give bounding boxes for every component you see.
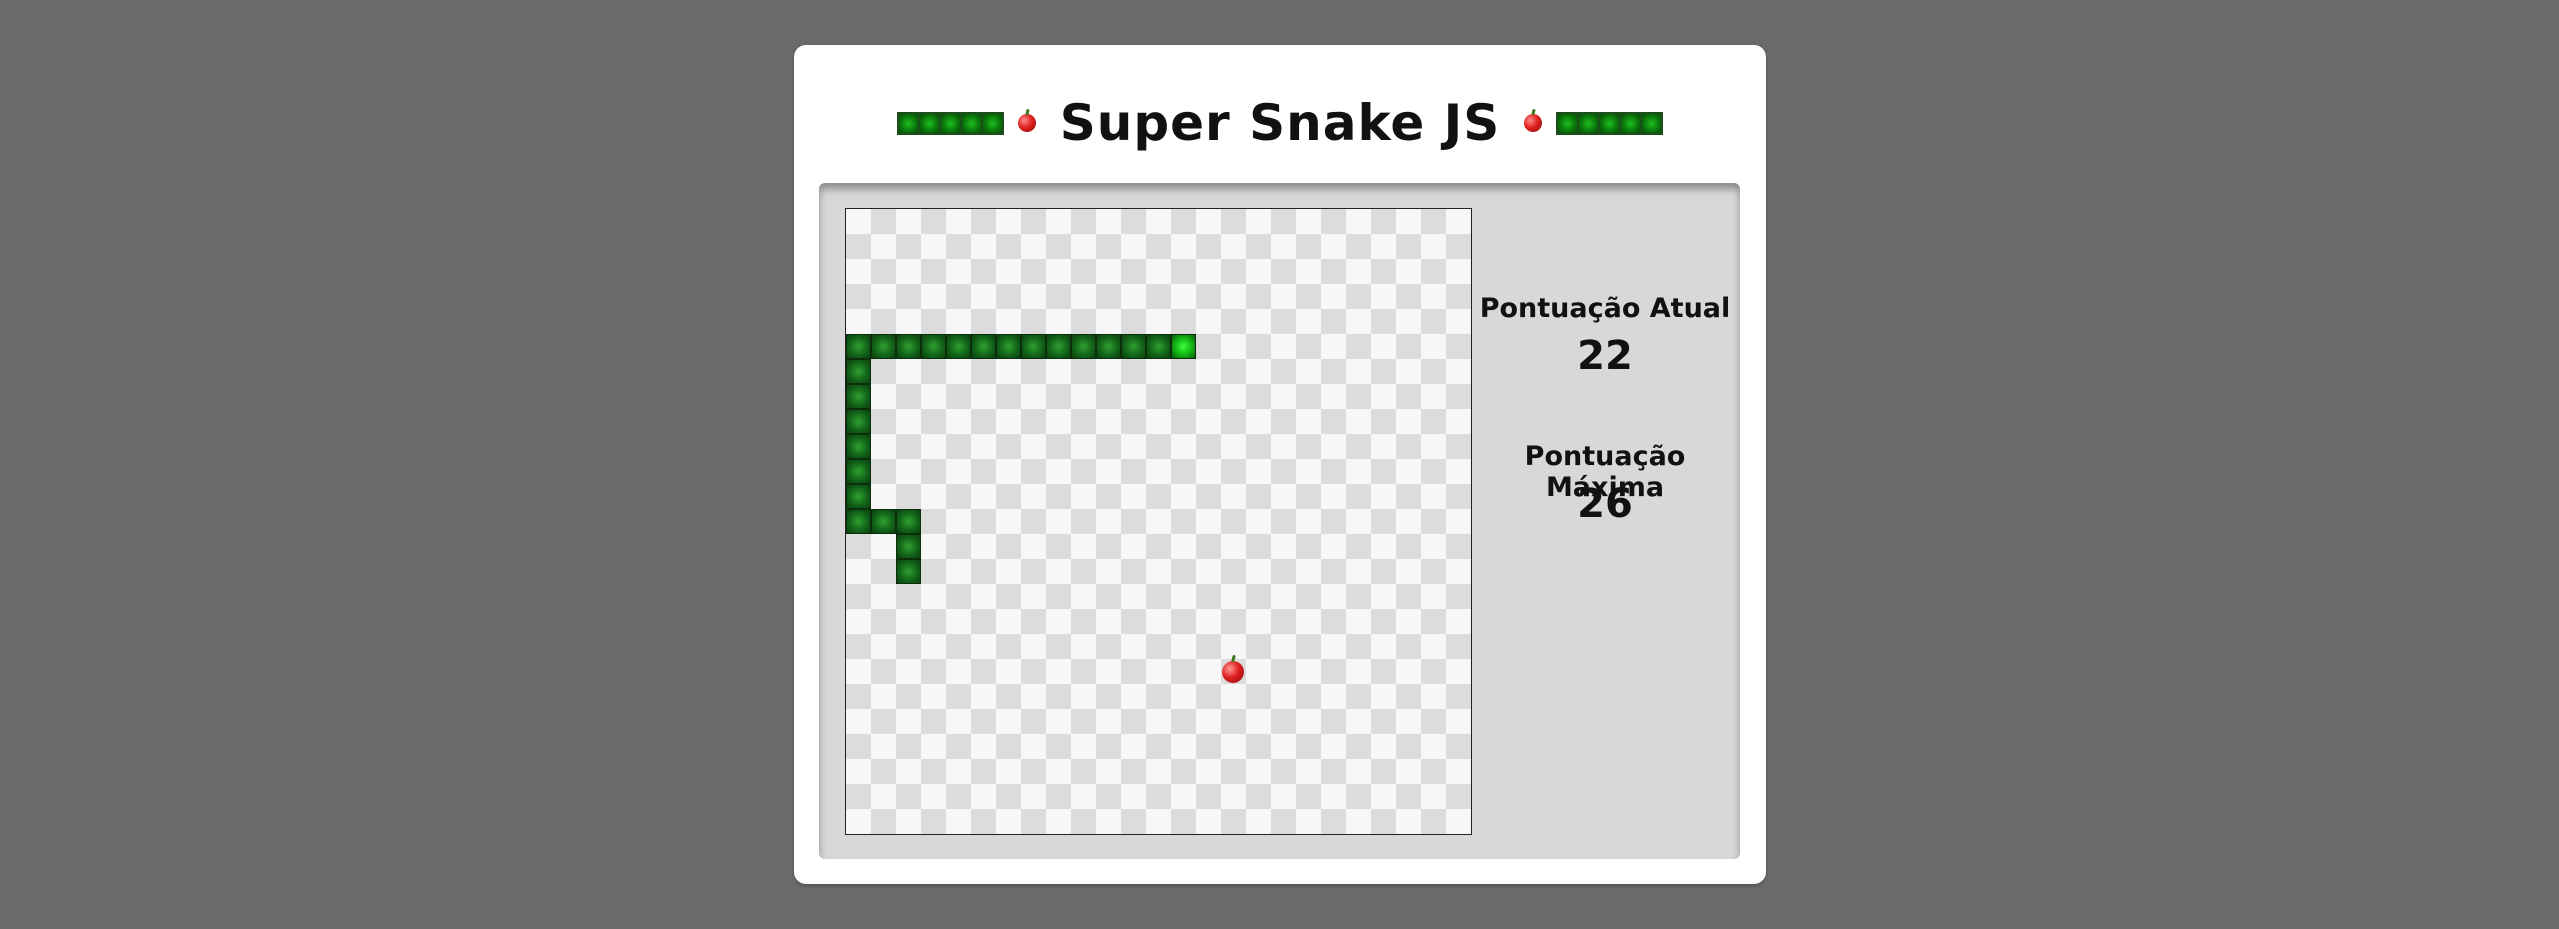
snake-segment-icon xyxy=(1621,113,1643,133)
snake-segment-icon xyxy=(982,113,1002,133)
game-panel: Pontuação Atual 22 Pontuação Máxima 26 xyxy=(819,183,1740,859)
snake-segment xyxy=(846,434,871,459)
snake-segment xyxy=(1021,334,1046,359)
snake-segment xyxy=(1096,334,1121,359)
snake-segment-icon xyxy=(898,113,920,133)
snake-segment xyxy=(846,409,871,434)
snake-segment-icon xyxy=(919,113,941,133)
snake-segment xyxy=(846,509,871,534)
snake-segment-icon xyxy=(1558,113,1580,133)
snake-segment-icon xyxy=(1579,113,1601,133)
snake-segment xyxy=(1071,334,1096,359)
snake-segment-icon xyxy=(1642,113,1662,133)
apple-food xyxy=(1222,661,1244,683)
decorative-snake-left-icon xyxy=(896,111,1004,135)
snake-segment-icon xyxy=(961,113,983,133)
current-score-value: 22 xyxy=(1577,333,1633,379)
snake-segment xyxy=(846,384,871,409)
game-card: Super Snake JS Pontuação Atual 22 Pontua… xyxy=(794,45,1766,884)
game-board[interactable] xyxy=(845,208,1472,835)
scoreboard: Pontuação Atual 22 Pontuação Máxima 26 xyxy=(1470,183,1740,859)
snake-segment xyxy=(896,559,921,584)
snake-segment xyxy=(971,334,996,359)
snake-segment xyxy=(946,334,971,359)
current-score-label: Pontuação Atual xyxy=(1479,293,1731,324)
snake-segment xyxy=(1146,334,1171,359)
decorative-snake-right-icon xyxy=(1556,111,1664,135)
snake-segment xyxy=(921,334,946,359)
apple-icon xyxy=(1017,114,1036,132)
snake-segment xyxy=(1046,334,1071,359)
max-score-value: 26 xyxy=(1577,481,1633,527)
snake-segment xyxy=(871,509,896,534)
game-title: Super Snake JS xyxy=(1059,94,1501,152)
game-header: Super Snake JS xyxy=(794,73,1766,173)
snake-segment xyxy=(846,484,871,509)
apple-icon xyxy=(1524,114,1543,132)
snake-segment xyxy=(896,509,921,534)
snake-segment xyxy=(1121,334,1146,359)
snake-segment xyxy=(846,359,871,384)
snake-segment-icon xyxy=(940,113,962,133)
snake-segment xyxy=(896,534,921,559)
snake-segment-icon xyxy=(1600,113,1622,133)
snake-segment xyxy=(896,334,921,359)
snake-segment xyxy=(871,334,896,359)
snake-segment xyxy=(846,459,871,484)
snake-head xyxy=(1171,334,1196,359)
snake-segment xyxy=(846,334,871,359)
snake-segment xyxy=(996,334,1021,359)
